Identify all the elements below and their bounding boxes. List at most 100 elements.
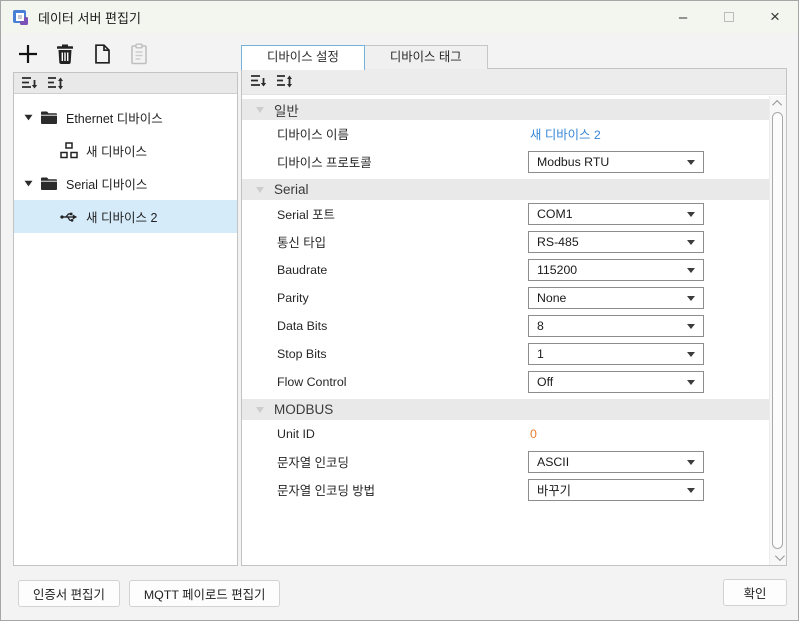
expand-all-icon[interactable] [47, 76, 64, 91]
select-value: COM1 [537, 207, 681, 221]
tree-header [14, 73, 237, 94]
property-row: 디바이스 프로토콜 Modbus RTU [242, 148, 769, 176]
property-select[interactable]: RS-485 [528, 231, 704, 253]
chevron-up-icon [772, 100, 782, 110]
cert-editor-button[interactable]: 인증서 편집기 [18, 580, 120, 607]
maximize-button[interactable] [706, 1, 752, 33]
scroll-up-button[interactable] [770, 96, 786, 111]
close-button[interactable]: × [752, 1, 798, 33]
property-label: Baudrate [277, 263, 528, 277]
minimize-button[interactable]: – [660, 1, 706, 33]
property-value: 8 [528, 315, 704, 337]
add-button[interactable] [16, 41, 40, 67]
property-label: 디바이스 이름 [277, 125, 528, 143]
paste-button[interactable] [127, 41, 151, 67]
property-select[interactable]: None [528, 287, 704, 309]
section-header[interactable]: 일반 [242, 99, 769, 120]
tree-item-label: Ethernet 디바이스 [66, 108, 163, 127]
tree-item-label: 새 디바이스 2 [86, 207, 157, 226]
property-label: Flow Control [277, 375, 528, 389]
property-row: Data Bits 8 [242, 312, 769, 340]
section-collapse-triangle-icon [256, 407, 264, 413]
device-settings-panel: 일반디바이스 이름새 디바이스 2디바이스 프로토콜 Modbus RTU Seri… [241, 68, 787, 566]
collapse-all-icon[interactable] [250, 74, 267, 89]
property-value: 바꾸기 [528, 479, 704, 501]
tree-item-label: Serial 디바이스 [66, 174, 147, 193]
scrollbar[interactable] [769, 96, 786, 565]
select-value: 1 [537, 347, 681, 361]
dropdown-arrow-icon [687, 240, 695, 245]
property-value: Modbus RTU [528, 151, 704, 173]
select-value: 115200 [537, 263, 681, 277]
collapse-all-icon[interactable] [21, 76, 38, 91]
property-value-number: 0 [528, 427, 537, 441]
section-collapse-triangle-icon [256, 187, 264, 193]
property-value: None [528, 287, 704, 309]
tree-item[interactable]: Ethernet 디바이스 [14, 101, 237, 134]
property-value: 1 [528, 343, 704, 365]
tree-item-label: 새 디바이스 [86, 141, 147, 160]
tab-bar: 디바이스 설정디바이스 태그 [241, 45, 488, 70]
property-row: 문자열 인코딩 방법바꾸기 [242, 476, 769, 504]
property-toolbar [242, 69, 786, 95]
section-collapse-triangle-icon [256, 107, 264, 113]
section-header[interactable]: Serial [242, 179, 769, 200]
dropdown-arrow-icon [687, 488, 695, 493]
clipboard-icon [130, 43, 148, 65]
expander-triangle-icon[interactable] [24, 180, 40, 187]
expander-triangle-icon[interactable] [24, 114, 40, 121]
titlebar: 데이터 서버 편집기 – × [1, 1, 798, 33]
dropdown-arrow-icon [687, 296, 695, 301]
property-select[interactable]: 115200 [528, 259, 704, 281]
select-value: None [537, 291, 681, 305]
select-value: Modbus RTU [537, 155, 681, 169]
expand-all-icon[interactable] [276, 74, 293, 89]
select-value: Off [537, 375, 681, 389]
property-select[interactable]: ASCII [528, 451, 704, 473]
property-label: Parity [277, 291, 528, 305]
select-value: 8 [537, 319, 681, 333]
property-select[interactable]: 바꾸기 [528, 479, 704, 501]
copy-button[interactable] [90, 41, 114, 67]
scroll-down-button[interactable] [770, 550, 786, 565]
device-name-link[interactable]: 새 디바이스 2 [528, 128, 601, 142]
data-server-editor-window: 데이터 서버 편집기 – × Ethernet 디바이스새 디바이스 Serial… [0, 0, 799, 621]
property-select[interactable]: 8 [528, 315, 704, 337]
property-label: 디바이스 프로토콜 [277, 153, 528, 171]
tree-item[interactable]: Serial 디바이스 [14, 167, 237, 200]
property-value: RS-485 [528, 231, 704, 253]
dropdown-arrow-icon [687, 380, 695, 385]
select-value: 바꾸기 [537, 481, 681, 499]
ok-button[interactable]: 확인 [723, 579, 787, 606]
folder-icon [40, 110, 58, 126]
property-value: 0 [528, 425, 704, 443]
section-header[interactable]: MODBUS [242, 399, 769, 420]
property-select[interactable]: 1 [528, 343, 704, 365]
plus-icon [17, 43, 39, 65]
scroll-thumb[interactable] [772, 112, 783, 549]
property-value: COM1 [528, 203, 704, 225]
tree-item[interactable]: 새 디바이스 2 [14, 200, 237, 233]
property-grid: 일반디바이스 이름새 디바이스 2디바이스 프로토콜 Modbus RTU Seri… [242, 96, 769, 565]
dropdown-arrow-icon [687, 324, 695, 329]
delete-button[interactable] [53, 41, 77, 67]
tree-item[interactable]: 새 디바이스 [14, 134, 237, 167]
property-value: ASCII [528, 451, 704, 473]
property-label: Serial 포트 [277, 205, 528, 223]
mqtt-payload-editor-button[interactable]: MQTT 페이로드 편집기 [129, 580, 281, 607]
window-controls: – × [660, 1, 798, 33]
property-select[interactable]: COM1 [528, 203, 704, 225]
dropdown-arrow-icon [687, 160, 695, 165]
tab-device-tags[interactable]: 디바이스 태그 [365, 45, 488, 69]
property-label: Data Bits [277, 319, 528, 333]
property-select[interactable]: Modbus RTU [528, 151, 704, 173]
chevron-down-icon [774, 551, 784, 561]
select-value: RS-485 [537, 235, 681, 249]
window-title: 데이터 서버 편집기 [38, 8, 141, 27]
property-select[interactable]: Off [528, 371, 704, 393]
serial-icon [60, 209, 78, 225]
footer-buttons: 인증서 편집기 MQTT 페이로드 편집기 [18, 580, 280, 607]
tab-device-settings[interactable]: 디바이스 설정 [241, 45, 365, 70]
maximize-icon [724, 12, 734, 22]
property-label: Unit ID [277, 427, 528, 441]
